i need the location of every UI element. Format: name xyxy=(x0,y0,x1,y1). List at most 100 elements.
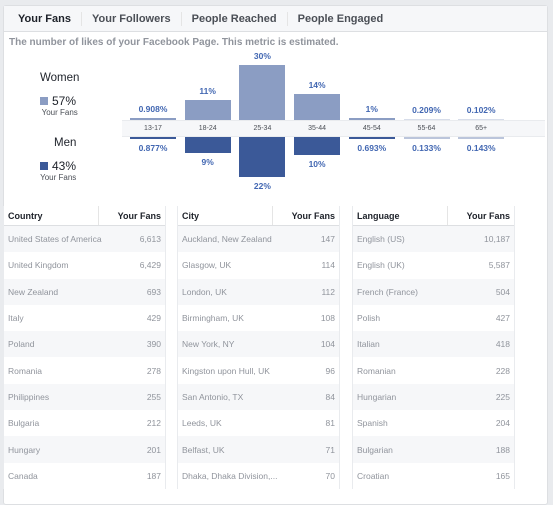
row-fans: 204 xyxy=(495,418,510,429)
metric-description: The number of likes of your Facebook Pag… xyxy=(9,37,339,48)
row-fans: 10,187 xyxy=(484,234,510,245)
row-name: Bulgarian xyxy=(357,444,393,455)
legend-men: Men 43% Your Fans xyxy=(40,137,76,182)
row-fans: 70 xyxy=(325,470,335,481)
table-row: New York, NY 104 xyxy=(178,331,339,358)
table-row: Hungarian 225 xyxy=(353,383,514,411)
table-row: Birmingham, UK 108 xyxy=(178,305,339,331)
column-header-fans[interactable]: Your Fans xyxy=(448,206,514,225)
row-name: Auckland, New Zealand xyxy=(182,234,272,245)
column-header-fans[interactable]: Your Fans xyxy=(99,206,165,225)
row-fans: 165 xyxy=(495,470,510,481)
row-fans: 147 xyxy=(320,234,335,245)
column-header-name[interactable]: City xyxy=(178,206,273,225)
row-name: Hungary xyxy=(8,444,41,455)
men-swatch-icon xyxy=(40,162,48,170)
row-name: Belfast, UK xyxy=(182,444,225,455)
table-row: United States of America 6,613 xyxy=(4,226,165,253)
table-row: Glasgow, UK 114 xyxy=(178,252,339,278)
row-fans: 693 xyxy=(146,286,161,297)
row-fans: 6,429 xyxy=(139,260,161,271)
legend-women-pct: 57% xyxy=(52,94,77,108)
row-fans: 84 xyxy=(325,391,335,402)
row-name: Romanian xyxy=(357,365,396,376)
table-header: Country Your Fans xyxy=(4,206,165,226)
row-name: London, UK xyxy=(182,286,227,297)
row-fans: 112 xyxy=(321,286,335,297)
legend-women-sub: Your Fans xyxy=(41,108,78,117)
row-fans: 81 xyxy=(325,418,335,429)
table-row: Bulgarian 188 xyxy=(353,436,514,463)
row-name: Hungarian xyxy=(357,391,397,402)
row-fans: 418 xyxy=(495,339,510,350)
table-header: City Your Fans xyxy=(178,206,339,226)
tab-your-followers[interactable]: Your Followers xyxy=(82,11,182,26)
table-row: English (US) 10,187 xyxy=(353,226,514,253)
row-fans: 429 xyxy=(146,313,161,324)
age-axis xyxy=(122,120,545,137)
row-name: Romania xyxy=(8,365,43,376)
table-row: Romanian 228 xyxy=(353,357,514,383)
tab-people-reached[interactable]: People Reached xyxy=(182,11,288,26)
legend-men-label: Men xyxy=(54,137,77,149)
row-name: Philippines xyxy=(8,391,50,402)
row-fans: 228 xyxy=(495,365,510,376)
tab-people-engaged[interactable]: People Engaged xyxy=(288,12,394,26)
table-row: Philippines 255 xyxy=(4,383,165,411)
row-fans: 5,587 xyxy=(488,260,510,271)
tab-your-fans[interactable]: Your Fans xyxy=(8,11,82,26)
column-header-name[interactable]: Country xyxy=(4,206,99,225)
table-row: London, UK 112 xyxy=(178,278,339,305)
column-header-fans[interactable]: Your Fans xyxy=(273,206,339,225)
legend-women-label: Women xyxy=(40,72,80,84)
row-fans: 504 xyxy=(495,286,510,297)
city-table: City Your Fans Auckland, New Zealand 147 Gla… xyxy=(177,206,340,489)
row-fans: 104 xyxy=(320,339,335,350)
row-fans: 390 xyxy=(146,339,161,350)
table-row: Bulgaria 212 xyxy=(4,410,165,436)
row-fans: 225 xyxy=(495,391,510,402)
row-name: Polish xyxy=(357,313,381,324)
table-row: Auckland, New Zealand 147 xyxy=(178,226,339,253)
row-name: French (France) xyxy=(357,286,418,297)
legend-men-sub: Your Fans xyxy=(40,173,77,182)
table-row: Hungary 201 xyxy=(4,436,165,463)
table-row: Italy 429 xyxy=(4,305,165,331)
women-swatch-icon xyxy=(40,97,48,105)
table-row: Dhaka, Dhaka Division,... 70 xyxy=(178,463,339,489)
table-row: New Zealand 693 xyxy=(4,278,165,305)
row-name: Leeds, UK xyxy=(182,418,222,429)
table-row: English (UK) 5,587 xyxy=(353,252,514,278)
row-name: Dhaka, Dhaka Division,... xyxy=(182,470,278,481)
row-fans: 96 xyxy=(325,365,335,376)
row-name: Bulgaria xyxy=(8,418,40,429)
row-fans: 255 xyxy=(146,391,161,402)
row-fans: 201 xyxy=(146,444,161,455)
row-fans: 188 xyxy=(495,444,510,455)
row-name: New Zealand xyxy=(8,286,59,297)
row-fans: 6,613 xyxy=(139,234,161,245)
row-name: Poland xyxy=(8,339,35,350)
row-fans: 427 xyxy=(495,313,510,324)
row-fans: 114 xyxy=(321,260,335,271)
table-row: Polish 427 xyxy=(353,305,514,331)
table-row: Belfast, UK 71 xyxy=(178,436,339,463)
row-name: Canada xyxy=(8,470,38,481)
row-name: San Antonio, TX xyxy=(182,391,244,402)
table-row: San Antonio, TX 84 xyxy=(178,383,339,411)
row-name: Italian xyxy=(357,339,380,350)
row-name: Birmingham, UK xyxy=(182,313,244,324)
column-header-name[interactable]: Language xyxy=(353,206,448,225)
row-name: Kingston upon Hull, UK xyxy=(182,365,270,376)
table-row: Leeds, UK 81 xyxy=(178,410,339,436)
row-name: United States of America xyxy=(8,234,102,245)
table-row: Kingston upon Hull, UK 96 xyxy=(178,357,339,383)
table-row: Spanish 204 xyxy=(353,410,514,436)
row-name: English (US) xyxy=(357,234,405,245)
table-header: Language Your Fans xyxy=(353,206,514,226)
table-row: Canada 187 xyxy=(4,463,165,489)
table-row: United Kingdom 6,429 xyxy=(4,252,165,278)
row-name: New York, NY xyxy=(182,339,235,350)
row-fans: 278 xyxy=(146,365,161,376)
legend-men-pct: 43% xyxy=(52,159,77,173)
